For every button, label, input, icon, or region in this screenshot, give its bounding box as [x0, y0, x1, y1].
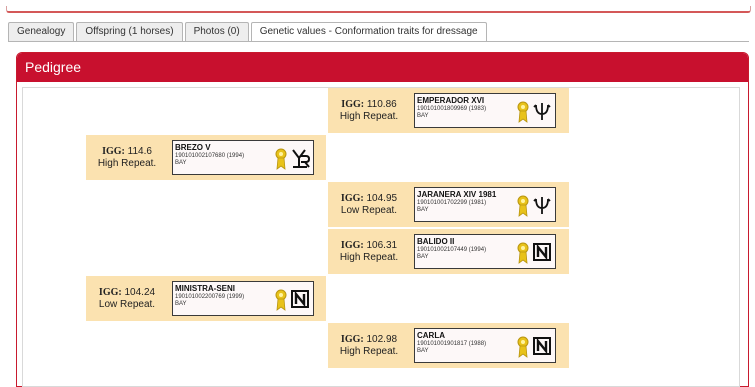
igg-value: 102.98 — [366, 333, 398, 345]
ribbon-icon — [517, 101, 529, 123]
repeatability: High Repeat. — [339, 110, 399, 122]
igg-block: IGG: 106.31 High Repeat. — [328, 229, 410, 274]
pedigree-tree: IGG: 110.86 High Repeat. EMPERADOR XVI 1… — [22, 87, 740, 387]
igg-value: 104.95 — [366, 192, 398, 204]
repeatability: High Repeat. — [339, 251, 399, 263]
tab-genealogy[interactable]: Genealogy — [8, 22, 75, 41]
igg-block: IGG: 102.98 High Repeat. — [328, 323, 410, 368]
n-brand-icon — [533, 243, 551, 261]
igg-value: 104.24 — [124, 286, 156, 298]
igg-block: IGG: 104.95 Low Repeat. — [328, 182, 410, 227]
ribbon-icon — [517, 195, 529, 217]
pedigree-entry-balido-ii: IGG: 106.31 High Repeat. BALIDO II 19010… — [328, 229, 569, 274]
tab-photos[interactable]: Photos (0) — [184, 22, 249, 41]
horse-card-ministra-seni[interactable]: MINISTRA-SENI 190101002200769 (1999) BAY — [172, 281, 314, 316]
repeatability: High Repeat. — [97, 157, 157, 169]
igg-value: 106.31 — [366, 239, 398, 251]
igg-label: IGG: — [98, 286, 122, 298]
tab-genetic-values[interactable]: Genetic values - Conformation traits for… — [250, 22, 487, 42]
igg-value: 110.86 — [366, 98, 397, 110]
horse-card-brezo-v[interactable]: BREZO V 190101002107680 (1994) BAY — [172, 140, 314, 175]
tab-offspring[interactable]: Offspring (1 horses) — [76, 22, 183, 41]
ribbon-icon — [517, 336, 529, 358]
igg-label: IGG: — [341, 98, 365, 110]
horse-card-jaranera-xiv[interactable]: JARANERA XIV 1981 190101001702299 (1981)… — [414, 187, 556, 222]
trident-brand-icon — [533, 197, 551, 214]
n-brand-icon — [291, 290, 309, 308]
tab-bar: Genealogy Offspring (1 horses) Photos (0… — [8, 22, 489, 42]
ribbon-icon — [275, 289, 287, 311]
repeatability: Low Repeat. — [98, 298, 156, 310]
tab-divider — [8, 41, 749, 42]
horse-card-carla[interactable]: CARLA 190101001901817 (1988) BAY — [414, 328, 556, 363]
yr-brand-icon — [292, 149, 310, 168]
ribbon-icon — [275, 148, 287, 170]
pedigree-panel: Pedigree IGG: 110.86 High Repeat. EMPERA… — [16, 52, 749, 387]
igg-label: IGG: — [340, 333, 364, 345]
pedigree-entry-brezo-v: IGG: 114.6 High Repeat. BREZO V 19010100… — [86, 135, 326, 180]
igg-label: IGG: — [102, 145, 125, 157]
n-brand-icon — [533, 337, 551, 355]
pedigree-entry-ministra-seni: IGG: 104.24 Low Repeat. MINISTRA-SENI 19… — [86, 276, 326, 321]
igg-block: IGG: 110.86 High Repeat. — [328, 88, 410, 133]
top-border — [6, 6, 751, 13]
repeatability: High Repeat. — [339, 345, 399, 357]
igg-block: IGG: 114.6 High Repeat. — [86, 135, 168, 180]
repeatability: Low Repeat. — [340, 204, 398, 216]
pedigree-entry-jaranera-xiv: IGG: 104.95 Low Repeat. JARANERA XIV 198… — [328, 182, 569, 227]
igg-label: IGG: — [340, 239, 364, 251]
igg-label: IGG: — [340, 192, 364, 204]
trident-brand-icon — [533, 103, 551, 120]
pedigree-entry-emperador-xvi: IGG: 110.86 High Repeat. EMPERADOR XVI 1… — [328, 88, 569, 133]
horse-card-balido-ii[interactable]: BALIDO II 190101002107449 (1994) BAY — [414, 234, 556, 269]
igg-value: 114.6 — [127, 145, 152, 157]
pedigree-entry-carla: IGG: 102.98 High Repeat. CARLA 190101001… — [328, 323, 569, 368]
igg-block: IGG: 104.24 Low Repeat. — [86, 276, 168, 321]
panel-title: Pedigree — [17, 53, 748, 82]
horse-card-emperador-xvi[interactable]: EMPERADOR XVI 190101001809969 (1983) BAY — [414, 93, 556, 128]
ribbon-icon — [517, 242, 529, 264]
